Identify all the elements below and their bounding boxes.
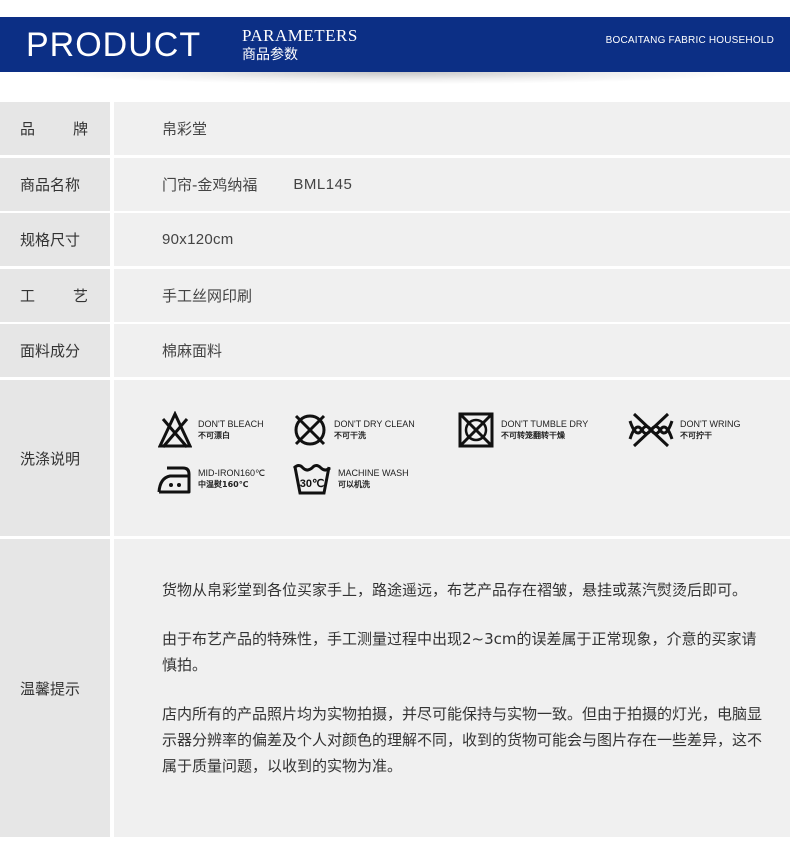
header-banner: PRODUCT PARAMETERS 商品参数 BOCAITANG FABRIC… [0,17,790,72]
header-subtitle-en: PARAMETERS [242,26,358,45]
note-paragraph: 店内所有的产品照片均为实物拍摄，并尽可能保持与实物一致。但由于拍摄的灯光，电脑显… [162,705,763,775]
no-bleach-icon [158,411,192,448]
row-label: 规格尺寸 [0,213,110,266]
row-brand: 品牌 帛彩堂 [0,102,790,155]
note-paragraph: 由于布艺产品的特殊性，手工测量过程中出现2~3cm的误差属于正常现象，介意的买家… [162,630,757,674]
row-fabric: 面料成分 棉麻面料 [0,324,790,377]
row-label: 面料成分 [0,324,110,377]
row-craft: 工艺 手工丝网印刷 [0,269,790,322]
row-value: 货物从帛彩堂到各位买家手上，路途遥远，布艺产品存在褶皱，悬挂或蒸汽熨烫后即可。 … [114,539,790,837]
notes-text: 货物从帛彩堂到各位买家手上，路途遥远，布艺产品存在褶皱，悬挂或蒸汽熨烫后即可。 … [162,577,770,802]
row-label: 工艺 [0,269,110,322]
no-tumble-dry-icon [458,412,494,448]
care-item-no-dry-clean: DON'T DRY CLEAN 不可干洗 [292,411,415,449]
row-wash: 洗涤说明 DON'T BLEACH 不可漂白 DON'T DRY CLEAN 不可干… [0,380,790,536]
header-brand-tag: BOCAITANG FABRIC HOUSEHOLD [605,35,774,46]
row-product-name: 商品名称 门帘-金鸡纳福 BML145 [0,158,790,211]
row-value: 90x120cm [114,213,790,266]
svg-text:30℃: 30℃ [300,478,325,490]
row-size: 规格尺寸 90x120cm [0,213,790,266]
machine-wash-icon: 30℃ [292,464,331,495]
care-item-iron: MID-IRON160℃ 中温熨160℃ [156,462,265,496]
row-notes: 温馨提示 货物从帛彩堂到各位买家手上，路途遥远，布艺产品存在褶皱，悬挂或蒸汽熨烫… [0,539,790,837]
iron-icon [157,466,191,494]
header-title: PRODUCT [26,26,202,64]
product-code: BML145 [293,176,353,193]
row-value: 门帘-金鸡纳福 BML145 [114,158,790,211]
care-symbols: DON'T BLEACH 不可漂白 DON'T DRY CLEAN 不可干洗 DON… [114,380,790,536]
care-item-no-wring: DON'T WRING 不可拧干 [628,411,741,449]
care-item-no-bleach: DON'T BLEACH 不可漂白 [158,411,264,449]
no-wring-icon [628,412,674,448]
care-item-no-tumble-dry: DON'T TUMBLE DRY 不可转笼翻转干燥 [457,411,588,449]
row-value: 帛彩堂 [114,102,790,155]
row-label: 商品名称 [0,158,110,211]
header-shadow [40,72,750,84]
header-subtitle-cn: 商品参数 [242,47,298,63]
row-value: 手工丝网印刷 [114,269,790,322]
row-label: 品牌 [0,102,110,155]
care-item-machine-wash: 30℃ MACHINE WASH 可以机洗 [292,462,409,496]
row-label: 温馨提示 [0,539,110,837]
row-label: 洗涤说明 [0,380,110,536]
row-value: 棉麻面料 [114,324,790,377]
no-dry-clean-icon [294,414,326,446]
note-paragraph: 货物从帛彩堂到各位买家手上，路途遥远，布艺产品存在褶皱，悬挂或蒸汽熨烫后即可。 [162,581,748,599]
